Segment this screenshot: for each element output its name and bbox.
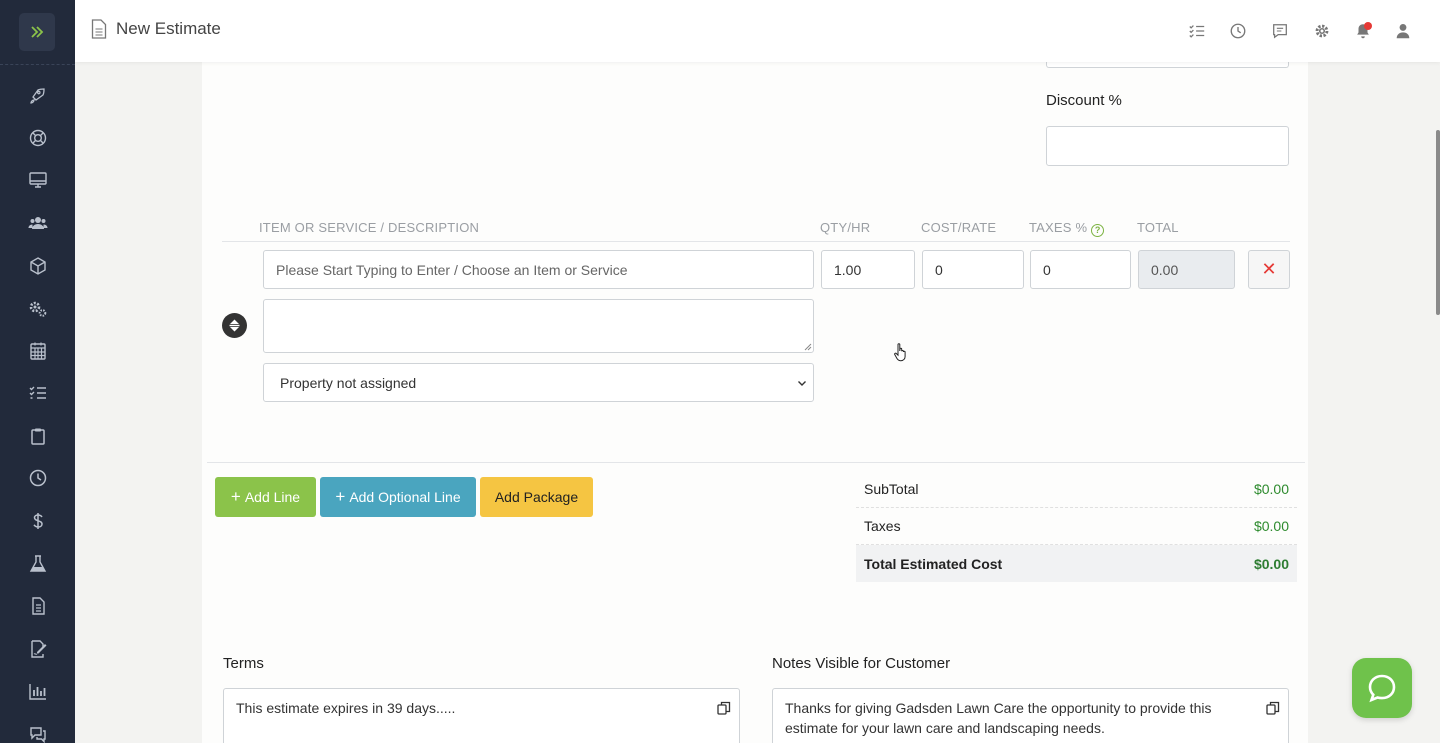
lifebuoy-icon[interactable]: [26, 126, 50, 150]
add-line-label: Add Line: [244, 489, 301, 505]
resize-grip-icon[interactable]: [804, 343, 812, 351]
checklist-icon[interactable]: [26, 381, 50, 405]
summary-taxes-row: Taxes $0.00: [856, 508, 1297, 545]
notes-text: Thanks for giving Gadsden Lawn Care the …: [785, 700, 1212, 736]
document-icon[interactable]: [26, 594, 50, 618]
plus-icon: +: [230, 487, 241, 506]
page-scrollbar[interactable]: [1436, 130, 1440, 315]
terms-textarea[interactable]: This estimate expires in 39 days.....: [223, 688, 740, 743]
summary-total-row: Total Estimated Cost $0.00: [856, 545, 1297, 582]
column-header-qty: QTY/HR: [820, 220, 871, 235]
gears-icon[interactable]: [26, 297, 50, 321]
gear-icon[interactable]: [1312, 21, 1332, 41]
flask-icon[interactable]: [26, 552, 50, 576]
tasks-icon[interactable]: [1187, 21, 1207, 41]
property-select[interactable]: Property not assigned: [263, 363, 814, 402]
column-header-cost: COST/RATE: [921, 220, 997, 235]
cost-rate-input[interactable]: 0: [922, 250, 1024, 289]
notes-label: Notes Visible for Customer: [772, 655, 951, 672]
qty-input[interactable]: 1.00: [821, 250, 915, 289]
terms-label: Terms: [223, 655, 264, 672]
delete-line-button[interactable]: ✕: [1248, 250, 1290, 289]
notification-badge: [1364, 22, 1372, 30]
monitor-icon[interactable]: [26, 168, 50, 192]
live-chat-button[interactable]: [1352, 658, 1412, 718]
clock-icon[interactable]: [1228, 21, 1248, 41]
clock-icon[interactable]: [26, 466, 50, 490]
taxes-value: $0.00: [1253, 518, 1289, 534]
page-title: New Estimate: [116, 19, 221, 38]
discount-label: Discount %: [1046, 92, 1122, 109]
copy-icon[interactable]: [1266, 701, 1280, 715]
add-optional-line-label: Add Optional Line: [349, 489, 461, 505]
chart-icon[interactable]: [26, 679, 50, 703]
taxes-label: Taxes: [864, 518, 901, 534]
message-icon[interactable]: [1270, 21, 1290, 41]
users-icon[interactable]: [26, 211, 50, 235]
subtotal-value: $0.00: [1253, 481, 1289, 497]
copy-icon[interactable]: [717, 701, 731, 715]
summary-subtotal-row: SubTotal $0.00: [856, 471, 1297, 508]
bell-icon[interactable]: [1353, 21, 1373, 41]
chat-bubble-icon: [1368, 674, 1396, 703]
total-value: $0.00: [1253, 555, 1289, 572]
document-icon: [91, 19, 107, 39]
close-icon: ✕: [1261, 259, 1277, 279]
notes-textarea[interactable]: Thanks for giving Gadsden Lawn Care the …: [772, 688, 1289, 743]
add-package-button[interactable]: Add Package: [480, 477, 593, 517]
hand-cursor-icon: [894, 343, 906, 362]
subtotal-label: SubTotal: [864, 481, 919, 497]
taxes-input[interactable]: 0: [1030, 250, 1131, 289]
add-line-button[interactable]: + Add Line: [215, 477, 316, 517]
description-textarea[interactable]: [263, 299, 814, 353]
rocket-icon[interactable]: [26, 84, 50, 108]
item-service-input[interactable]: Please Start Typing to Enter / Choose an…: [263, 250, 814, 289]
box-icon[interactable]: [26, 254, 50, 278]
terms-text: This estimate expires in 39 days.....: [236, 700, 456, 716]
calendar-icon[interactable]: [26, 339, 50, 363]
sidebar-divider: [0, 64, 75, 65]
item-service-placeholder: Please Start Typing to Enter / Choose an…: [276, 261, 628, 278]
dollar-icon[interactable]: [26, 509, 50, 533]
sidebar-toggle-button[interactable]: [19, 13, 55, 51]
double-chevron-right-icon: [31, 26, 44, 38]
clipboard-icon[interactable]: [26, 424, 50, 448]
column-header-item: ITEM OR SERVICE / DESCRIPTION: [259, 220, 480, 235]
plus-icon: +: [335, 487, 346, 506]
discount-input[interactable]: [1046, 126, 1289, 166]
section-divider: [207, 462, 1305, 463]
chat-icon[interactable]: [26, 722, 50, 743]
column-header-taxes: TAXES %?: [1029, 220, 1105, 237]
help-icon[interactable]: ?: [1091, 224, 1105, 237]
total-readonly-field: 0.00: [1138, 250, 1235, 289]
chevron-down-icon: [798, 381, 806, 386]
reorder-handle[interactable]: [222, 313, 247, 338]
table-header-divider: [222, 241, 1290, 242]
property-select-value: Property not assigned: [280, 374, 417, 391]
signature-icon[interactable]: [26, 637, 50, 661]
column-header-total: TOTAL: [1137, 220, 1179, 235]
total-label: Total Estimated Cost: [864, 555, 1003, 572]
sidebar: [0, 0, 75, 743]
up-down-arrow-icon: [229, 319, 240, 332]
top-bar: New Estimate: [75, 0, 1440, 62]
user-icon[interactable]: [1393, 21, 1413, 41]
add-optional-line-button[interactable]: + Add Optional Line: [320, 477, 476, 517]
column-header-taxes-label: TAXES %: [1029, 220, 1088, 235]
